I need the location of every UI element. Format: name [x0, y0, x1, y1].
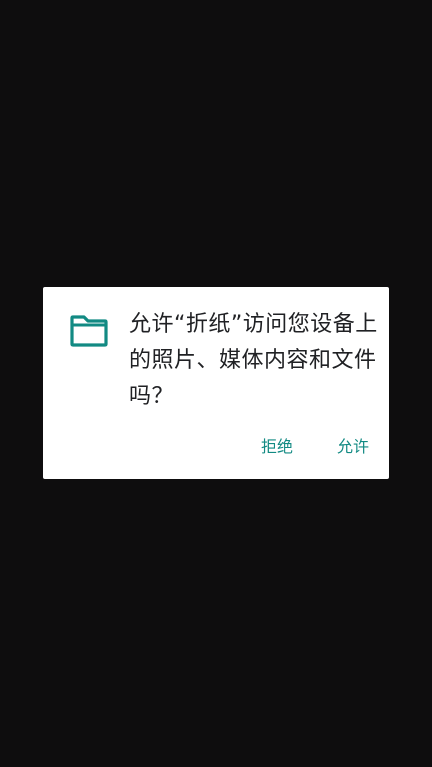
- dialog-message: 允许“折纸”访问您设备上的照片、媒体内容和文件吗？: [129, 312, 378, 409]
- folder-icon: [70, 315, 108, 347]
- deny-button[interactable]: 拒绝: [241, 427, 313, 463]
- allow-button[interactable]: 允许: [317, 427, 389, 463]
- permission-dialog: 允许“折纸”访问您设备上的照片、媒体内容和文件吗？ 拒绝 允许: [43, 287, 389, 479]
- dialog-actions: 拒绝 允许: [241, 427, 389, 463]
